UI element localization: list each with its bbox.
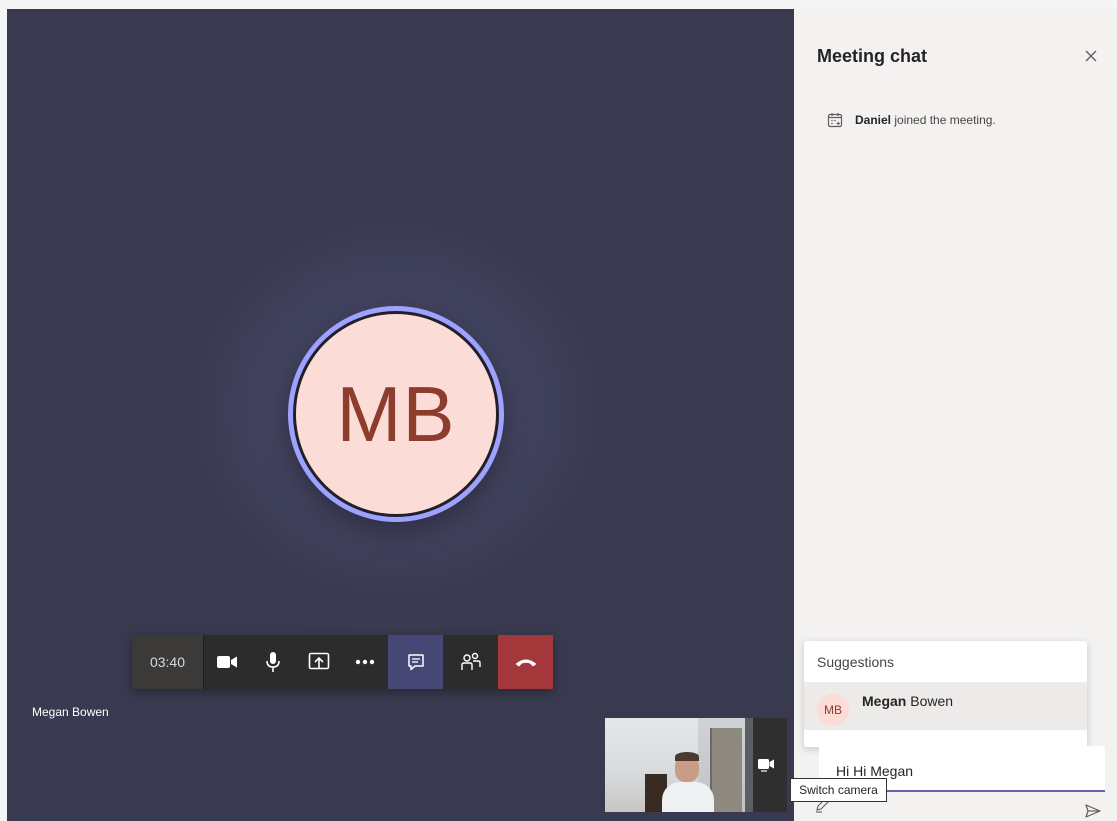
close-chat-button[interactable] bbox=[1083, 48, 1099, 64]
suggestions-title: Suggestions bbox=[817, 654, 895, 670]
event-person-name: Daniel bbox=[855, 113, 892, 127]
self-video-preview bbox=[605, 718, 787, 812]
share-screen-button[interactable] bbox=[296, 635, 342, 689]
meeting-stage: MB Megan Bowen 03:40 bbox=[7, 9, 794, 821]
microphone-toggle-button[interactable] bbox=[250, 635, 296, 689]
participant-name-label: Megan Bowen bbox=[32, 705, 109, 719]
suggestion-item[interactable]: MB Megan Bowen bbox=[804, 682, 1087, 730]
more-options-button[interactable] bbox=[342, 635, 388, 689]
mention-suggestions-popup: Suggestions MB Megan Bowen bbox=[804, 641, 1087, 747]
send-icon bbox=[1085, 804, 1101, 818]
show-participants-button[interactable] bbox=[443, 635, 498, 689]
avatar: MB bbox=[817, 694, 849, 726]
teams-meeting-window: MB Megan Bowen 03:40 Switch camera Meeti… bbox=[0, 0, 1117, 821]
send-button[interactable] bbox=[1083, 801, 1103, 821]
participant-initials: MB bbox=[336, 369, 456, 458]
camera-toggle-button[interactable] bbox=[204, 635, 250, 689]
participants-icon bbox=[460, 652, 481, 670]
switch-camera-tooltip: Switch camera bbox=[790, 778, 887, 802]
hang-up-icon bbox=[515, 659, 536, 667]
calendar-event-icon bbox=[827, 113, 843, 128]
more-options-icon bbox=[355, 659, 375, 665]
chat-panel-title: Meeting chat bbox=[817, 46, 928, 66]
compose-input-text: Hi Hi Megan bbox=[836, 763, 914, 779]
switch-camera-button[interactable] bbox=[745, 718, 787, 812]
call-controls-toolbar: 03:40 bbox=[132, 635, 553, 689]
switch-camera-icon bbox=[758, 759, 774, 772]
chat-icon bbox=[407, 654, 424, 671]
show-chat-button[interactable] bbox=[388, 635, 443, 689]
suggestion-last-name: Bowen bbox=[910, 693, 954, 709]
share-screen-icon bbox=[308, 652, 330, 670]
microphone-icon bbox=[266, 652, 280, 672]
hang-up-button[interactable] bbox=[498, 635, 553, 689]
participant-avatar: MB bbox=[288, 306, 504, 522]
meeting-chat-panel: Meeting chat Daniel joined the meeting. … bbox=[794, 9, 1117, 821]
suggestion-first-name: Megan bbox=[862, 693, 907, 709]
event-text: joined the meeting. bbox=[894, 113, 996, 127]
chat-event-joined: Daniel joined the meeting. bbox=[827, 112, 996, 128]
camera-icon bbox=[217, 656, 237, 668]
close-icon bbox=[1085, 50, 1097, 62]
call-timer: 03:40 bbox=[132, 635, 204, 689]
